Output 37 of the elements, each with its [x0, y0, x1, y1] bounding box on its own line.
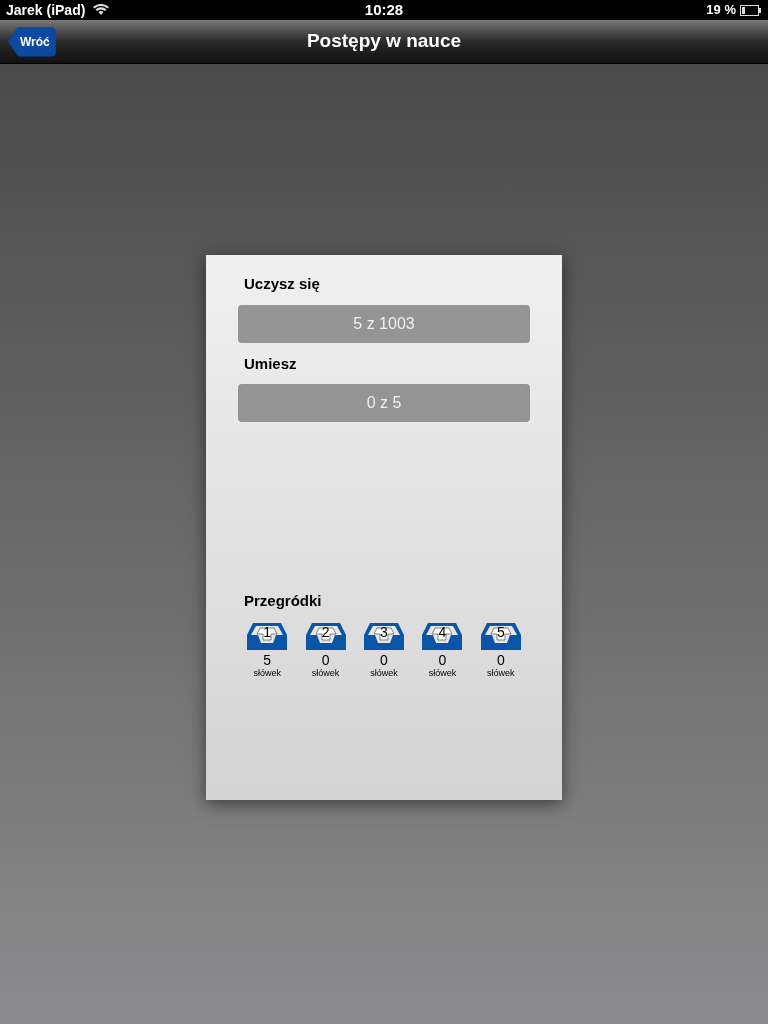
carrier-name: Jarek (iPad) — [6, 0, 86, 20]
battery-icon — [740, 4, 762, 16]
word-count: 0 — [438, 652, 447, 668]
word-count: 0 — [380, 652, 388, 668]
bin-button[interactable]: 1 — [247, 620, 288, 651]
progress-label: Umiesz — [244, 353, 298, 374]
word-count: 0 — [496, 652, 505, 668]
bin-button[interactable]: 3 — [364, 620, 404, 651]
wifi-icon — [93, 4, 110, 16]
tray-icon — [422, 620, 463, 651]
word-count: 5 — [263, 652, 272, 668]
bin-number: 2 — [321, 623, 330, 640]
bin-number: 1 — [263, 623, 272, 640]
bin-number: 3 — [380, 623, 388, 640]
count-text: 5 z 1003 — [353, 313, 415, 334]
word-unit: słówek — [487, 667, 515, 678]
battery-percent: 19 % — [706, 1, 736, 20]
progress-label: Uczysz się — [244, 274, 321, 294]
screen-title: Postępy w nauce — [306, 29, 462, 54]
tray-icon — [480, 620, 521, 651]
word-unit: słówek — [370, 667, 398, 678]
word-count: 0 — [321, 652, 330, 668]
tray-icon — [364, 620, 404, 651]
bin-button[interactable]: 5 — [480, 620, 521, 651]
back-button[interactable]: Wróć — [8, 26, 56, 57]
bin-button[interactable]: 4 — [422, 620, 463, 651]
bin-number: 5 — [496, 623, 505, 640]
clock: 10:28 — [364, 0, 404, 20]
word-unit: słówek — [428, 667, 457, 678]
bin-number: 4 — [438, 623, 447, 640]
bin-button[interactable]: 2 — [305, 620, 346, 651]
count-text: 0 z 5 — [366, 393, 402, 413]
tray-icon — [247, 620, 288, 651]
word-unit: słówek — [253, 667, 281, 678]
word-unit: słówek — [311, 667, 340, 678]
tray-icon — [305, 620, 346, 651]
bins-heading: Przegródki — [244, 591, 323, 611]
